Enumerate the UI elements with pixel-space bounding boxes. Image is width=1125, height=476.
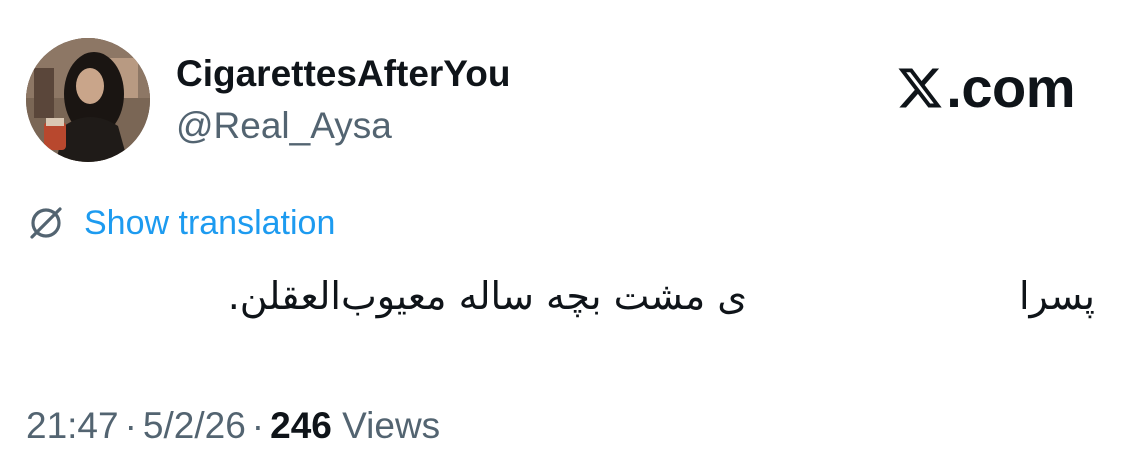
- globe-icon: [30, 207, 62, 239]
- views-label[interactable]: Views: [342, 405, 440, 446]
- tweet-time[interactable]: 21:47: [26, 405, 119, 446]
- meta-separator: ·: [251, 405, 265, 446]
- x-logo-icon: [898, 68, 942, 108]
- tweet-text: پسرا ی مشت بچه ساله معیوب‌العقلن.: [95, 266, 1095, 326]
- display-name[interactable]: CigarettesAfterYou: [176, 52, 510, 96]
- meta-separator: ·: [124, 405, 137, 446]
- avatar-photo: [26, 38, 150, 162]
- views-count[interactable]: 246: [270, 405, 332, 446]
- brand-watermark: .com: [896, 58, 1075, 118]
- show-translation-link[interactable]: Show translation: [84, 200, 335, 246]
- user-handle[interactable]: @Real_Aysa: [176, 104, 392, 148]
- tweet-date[interactable]: 5/2/26: [143, 405, 246, 446]
- tweet-meta: 21:47 · 5/2/26 · 246 Views: [26, 402, 440, 450]
- show-translation-row[interactable]: Show translation: [26, 200, 335, 246]
- tweet-text-part2: ی مشت بچه ساله معیوب‌العقلن.: [227, 274, 747, 318]
- tweet-text-part1: پسرا: [1019, 274, 1095, 318]
- avatar[interactable]: [26, 38, 150, 162]
- brand-domain: .com: [946, 56, 1075, 119]
